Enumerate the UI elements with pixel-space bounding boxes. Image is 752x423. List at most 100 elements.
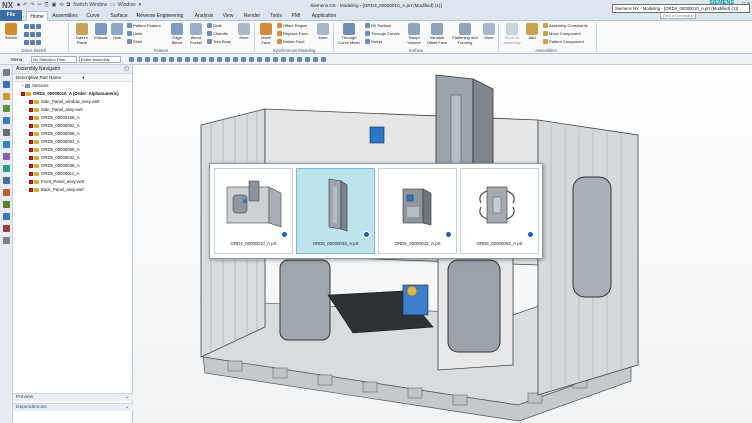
navigator-column-header[interactable]: Descriptive Part Name ▾ (13, 74, 132, 82)
column-descriptive-part-name[interactable]: Descriptive Part Name (16, 75, 61, 80)
history-icon[interactable] (3, 153, 10, 160)
surface-more-button[interactable]: More (482, 23, 496, 41)
end-point-icon[interactable] (153, 56, 158, 62)
save-icon[interactable]: ■ (17, 2, 20, 8)
part-card[interactable]: ORD5_00000043_A.prt (296, 168, 375, 254)
tab-reverse-engineering[interactable]: Reverse Engineering (134, 11, 186, 21)
visibility-checkbox[interactable] (29, 188, 33, 192)
tab-home[interactable]: Home (26, 11, 48, 21)
roles-icon[interactable] (3, 201, 10, 208)
tree-node-root[interactable]: − ORD4_00000010_A (Order: Alphanumeric) (13, 90, 132, 98)
edit-section-icon[interactable] (265, 56, 270, 62)
chevron-down-icon[interactable]: ▾ (139, 2, 142, 8)
close-panel-icon[interactable]: ▢ (124, 65, 129, 74)
visibility-checkbox[interactable] (29, 116, 33, 120)
through-curves-button[interactable]: Through Curves (365, 31, 400, 36)
hd3d-tools-icon[interactable] (3, 129, 10, 136)
window-menu-icon[interactable]: ▭ (110, 2, 115, 8)
tree-node[interactable]: + Side_Panel_assy.vw0 (13, 106, 132, 114)
through-curve-mesh-button[interactable]: Through Curve Mesh (336, 23, 362, 45)
delete-face-button[interactable]: Delete Face (277, 39, 305, 44)
visibility-checkbox[interactable] (29, 124, 33, 128)
process-studio-icon[interactable] (3, 177, 10, 184)
visibility-checkbox[interactable] (21, 92, 25, 96)
palette-icon[interactable] (3, 225, 10, 232)
tree-node[interactable]: + Side_Panel_window_assy.vw0 (13, 98, 132, 106)
variable-offset-face-button[interactable]: Variable Offset Face (425, 23, 449, 45)
manufacturing-wizards-icon[interactable] (3, 189, 10, 196)
edge-blend-button[interactable]: Edge Blend (168, 23, 186, 45)
sketch-tools-row-1[interactable] (24, 24, 41, 29)
tree-node[interactable]: + ORD5_00000165_A (13, 114, 132, 122)
move-face-button[interactable]: Move Face (258, 23, 274, 45)
sketch-tools-row-3[interactable] (24, 40, 41, 45)
section-view-icon[interactable] (305, 56, 310, 62)
tab-pmi[interactable]: PMI (289, 11, 303, 21)
pattern-feature-button[interactable]: Pattern Feature (127, 23, 161, 28)
rotate-icon[interactable] (233, 56, 238, 62)
tree-node[interactable]: + ORD5_00000035_A (13, 162, 132, 170)
swept-volume-button[interactable]: Swept Volume (405, 23, 423, 45)
visibility-checkbox[interactable] (29, 172, 33, 176)
intersection-icon[interactable] (177, 56, 182, 62)
extrude-button[interactable]: Extrude (93, 23, 109, 41)
tree-node[interactable]: + Front_Panel_assy.vw0 (13, 178, 132, 186)
visibility-checkbox[interactable] (29, 180, 33, 184)
tab-render[interactable]: Render (241, 11, 263, 21)
move-component-button[interactable]: Move Component (543, 31, 581, 36)
shaded-icon[interactable] (257, 56, 262, 62)
system-scenes-icon[interactable] (3, 213, 10, 220)
feature-more-button[interactable]: More (237, 23, 251, 41)
layer-icon[interactable] (273, 56, 278, 62)
menu-button[interactable]: Menu (11, 57, 31, 62)
tree-node[interactable]: + Back_Panel_assy.vw0 (13, 186, 132, 194)
tree-node[interactable]: + ORD5_00000042_A (13, 154, 132, 162)
window-menu-button[interactable]: Window (118, 2, 136, 8)
visibility-checkbox[interactable] (29, 100, 33, 104)
sync-more-button[interactable]: More (316, 23, 330, 41)
copy-icon[interactable]: ⎘ (45, 2, 49, 8)
tree-node-sections[interactable]: + Sections (13, 82, 132, 90)
tab-assemblies[interactable]: Assemblies (51, 11, 79, 21)
web-browser-icon[interactable] (3, 141, 10, 148)
unite-button[interactable]: Unite (127, 31, 142, 36)
existing-point-icon[interactable] (201, 56, 206, 62)
swept-button[interactable]: Swept (365, 39, 382, 44)
chamfer-button[interactable]: Chamfer (207, 31, 228, 36)
preview-panel-header[interactable]: Preview ⌄ (13, 393, 133, 401)
draft-button[interactable]: Draft (207, 23, 222, 28)
tab-application[interactable]: Application (308, 11, 340, 21)
selection-filter-dropdown[interactable]: No Selection Filter (31, 55, 77, 63)
part-navigator-icon[interactable] (3, 81, 10, 88)
tab-tools[interactable]: Tools (267, 11, 285, 21)
orient-view-icon[interactable] (249, 56, 254, 62)
visibility-checkbox[interactable] (29, 140, 33, 144)
pattern-component-button[interactable]: Pattern Component (543, 39, 584, 44)
sketch-button[interactable]: Sketch (2, 23, 20, 41)
flattening-forming-button[interactable]: Flattening and Forming (451, 23, 479, 45)
part-card[interactable]: ORD4_00000010_A.prt (214, 168, 293, 254)
datum-plane-button[interactable]: Datum Plane (72, 23, 92, 45)
trim-body-button[interactable]: Trim Body (207, 39, 231, 44)
shell-button[interactable]: Shell (127, 39, 142, 44)
selection-scope-dropdown[interactable]: Entire Assembly (79, 55, 121, 63)
quadrant-icon[interactable] (193, 56, 198, 62)
paste-icon[interactable]: ▣ (52, 2, 57, 8)
repeat-icon[interactable]: ⟲ (59, 2, 63, 8)
sketch-tools-row-2[interactable] (24, 32, 41, 37)
pan-icon[interactable] (241, 56, 246, 62)
tree-node[interactable]: + ORD5_00000011_A (13, 170, 132, 178)
visibility-checkbox[interactable] (29, 148, 33, 152)
measure-icon[interactable] (297, 56, 302, 62)
arc-center-icon[interactable] (185, 56, 190, 62)
visibility-checkbox[interactable] (29, 108, 33, 112)
tab-file[interactable]: File (0, 10, 22, 21)
assembly-navigator-icon[interactable] (3, 93, 10, 100)
replace-face-button[interactable]: Replace Face (277, 31, 308, 36)
camera-icon[interactable] (321, 56, 326, 62)
wcs-icon[interactable] (289, 56, 294, 62)
deselect-icon[interactable] (137, 56, 142, 62)
blend-pocket-button[interactable]: Blend Pocket (187, 23, 205, 45)
hole-button[interactable]: Hole (110, 23, 124, 41)
control-point-icon[interactable] (169, 56, 174, 62)
